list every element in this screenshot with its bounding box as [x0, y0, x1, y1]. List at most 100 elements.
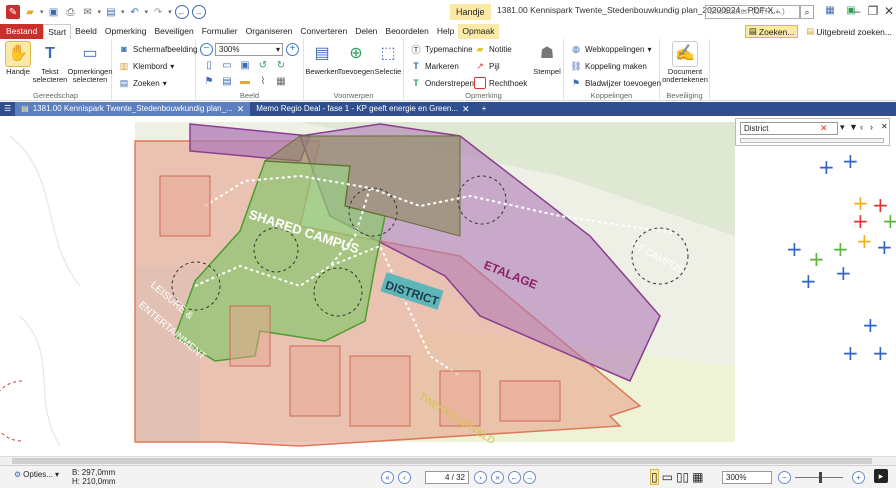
undo-icon[interactable]: ↶: [128, 5, 142, 19]
previous-page-icon[interactable]: ‹: [398, 471, 411, 484]
rectangle-button[interactable]: Rechthoek: [474, 77, 527, 89]
previous-result-icon[interactable]: ‹: [860, 122, 863, 132]
open-folder-icon[interactable]: ▰: [23, 5, 37, 19]
options-button[interactable]: ⚙ Opties... ▾: [14, 470, 59, 479]
chevron-down-icon[interactable]: ▾: [840, 122, 845, 133]
quick-search-input[interactable]: Snelstarten (CTRL+.): [705, 5, 800, 19]
zoom-out-status-icon[interactable]: −: [778, 471, 791, 484]
horizontal-scrollbar[interactable]: [0, 456, 896, 465]
zoom-in-status-icon[interactable]: +: [852, 471, 865, 484]
select-text-button[interactable]: T Tekst selecteren: [33, 41, 68, 84]
tab-file[interactable]: Bestand: [0, 24, 44, 39]
close-find-icon[interactable]: ✕: [881, 122, 888, 131]
print-icon[interactable]: ⎙: [64, 5, 78, 19]
redo-icon[interactable]: ↷: [151, 5, 165, 19]
tab-convert[interactable]: Converteren: [296, 24, 351, 39]
workspace-icon[interactable]: ▦: [822, 5, 838, 19]
back-icon[interactable]: ←: [174, 5, 189, 19]
advanced-find-button[interactable]: ▤ Uitgebreid zoeken...: [806, 26, 892, 37]
first-page-icon[interactable]: «: [381, 471, 394, 484]
thumbnails-icon[interactable]: ▤: [220, 75, 234, 89]
underline-button[interactable]: T Onderstrepen: [410, 77, 474, 89]
tab-protect[interactable]: Beveiligen: [150, 24, 197, 39]
zoom-slider[interactable]: [795, 472, 843, 483]
snapshot-button[interactable]: ◙ Schermafbeelding: [118, 43, 197, 55]
arrow-button[interactable]: ↗ Pijl: [474, 60, 499, 72]
tab-comment[interactable]: Opmerking: [101, 24, 151, 39]
forward-view-icon[interactable]: →: [523, 471, 536, 484]
single-page-icon[interactable]: ▯: [650, 469, 659, 485]
bookmark-icon[interactable]: ⚑: [202, 75, 216, 89]
note-button[interactable]: ▰ Notitie: [474, 43, 512, 55]
zoom-input[interactable]: 300%: [722, 471, 772, 484]
highlight-button[interactable]: T Markeren: [410, 60, 459, 72]
continuous-icon[interactable]: ▭: [662, 470, 673, 484]
tab-organize[interactable]: Organiseren: [242, 24, 297, 39]
filter-icon[interactable]: ▼: [849, 122, 858, 132]
comments-panel-icon[interactable]: ▬: [238, 75, 252, 89]
sign-document-button[interactable]: ✍ Document ondertekenen: [662, 41, 708, 84]
find-button[interactable]: ▤ Zoeken...: [744, 25, 799, 38]
add-object-button[interactable]: ⊕ Toevoegen: [338, 41, 375, 76]
search-icon[interactable]: ⌕: [800, 5, 814, 19]
attachment-icon[interactable]: ⌇: [256, 75, 270, 89]
new-tab-icon[interactable]: +: [476, 102, 493, 116]
chevron-down-icon[interactable]: ▾: [121, 8, 125, 16]
create-link-button[interactable]: ⛓ Koppeling maken: [570, 60, 647, 72]
tab-start[interactable]: Start: [43, 24, 72, 39]
tab-form[interactable]: Formulier: [198, 24, 242, 39]
forward-icon[interactable]: →: [191, 5, 206, 19]
zoom-select[interactable]: 300%: [215, 43, 283, 56]
rotate-left-icon[interactable]: ↺: [256, 59, 270, 73]
tab-list-icon[interactable]: ☰: [0, 102, 15, 116]
app-status-icon[interactable]: ▸: [874, 469, 888, 483]
chevron-down-icon[interactable]: ▾: [168, 8, 172, 16]
select-object-button[interactable]: ⬚ Selectie: [374, 41, 402, 76]
email-icon[interactable]: ✉: [81, 5, 95, 19]
tab-review[interactable]: Beoordelen: [381, 24, 432, 39]
find-ribbon-button[interactable]: ▤ Zoeken ▾: [118, 77, 167, 89]
layers-icon[interactable]: ▦: [274, 75, 288, 89]
next-page-icon[interactable]: ›: [474, 471, 487, 484]
chevron-down-icon[interactable]: ▾: [145, 8, 149, 16]
tab-share[interactable]: Delen: [351, 24, 381, 39]
close-icon[interactable]: ✕: [880, 4, 896, 18]
options-label: Opties...: [23, 470, 53, 479]
close-tab-icon[interactable]: ✕: [237, 102, 245, 116]
tab-view[interactable]: Beeld: [71, 24, 101, 39]
document-tab-2[interactable]: Memo Regio Deal - fase 1 - KP geeft ener…: [250, 102, 475, 116]
pdf-icon: ▤: [21, 104, 29, 113]
rotate-right-icon[interactable]: ↻: [274, 59, 288, 73]
zoom-in-icon[interactable]: +: [286, 43, 299, 56]
typewriter-button[interactable]: Ⓣ Typemachine: [410, 43, 472, 55]
fit-width-icon[interactable]: ▭: [220, 59, 234, 73]
save-icon[interactable]: ▣: [47, 5, 61, 19]
zoom-slider-knob[interactable]: [819, 472, 822, 483]
scan-icon[interactable]: ▤: [104, 5, 118, 19]
back-view-icon[interactable]: ←: [508, 471, 521, 484]
add-bookmark-button[interactable]: ⚑ Bladwijzer toevoegen: [570, 77, 661, 89]
last-page-icon[interactable]: »: [491, 471, 504, 484]
scrollbar-thumb[interactable]: [12, 458, 872, 464]
edit-object-button[interactable]: ▤ Bewerken: [305, 41, 338, 76]
facing-continuous-icon[interactable]: ▦: [692, 470, 703, 484]
select-comments-button[interactable]: ▭ Opmerkingen selecteren: [67, 41, 112, 84]
zoom-out-icon[interactable]: −: [200, 43, 213, 56]
chevron-down-icon[interactable]: ▾: [40, 8, 44, 16]
stamp-button[interactable]: ☗ Stempel: [532, 41, 562, 76]
page-number-input[interactable]: 4 / 32: [425, 471, 469, 484]
tab-format[interactable]: Opmaak: [458, 24, 499, 39]
next-result-icon[interactable]: ›: [870, 122, 873, 132]
document-tab-1[interactable]: ▤ 1381.00 Kennispark Twente_Stedenbouwku…: [15, 102, 251, 116]
hand-tool-button[interactable]: ✋ Handje: [4, 41, 32, 76]
clipboard-button[interactable]: ▥ Klembord ▾: [118, 60, 175, 72]
fit-page-icon[interactable]: ▯: [202, 59, 216, 73]
facing-icon[interactable]: ▯▯: [676, 470, 689, 484]
document-canvas[interactable]: SHARED CAMPUS DISTRICT ETALAGE UT CAMPUS…: [0, 116, 896, 456]
web-links-button[interactable]: ◍ Webkoppelingen ▾: [570, 43, 651, 55]
fit-visible-icon[interactable]: ▣: [238, 59, 252, 73]
tab-help[interactable]: Help: [433, 24, 458, 39]
close-tab-icon[interactable]: ✕: [462, 102, 470, 116]
chevron-down-icon[interactable]: ▾: [98, 8, 102, 16]
clear-search-icon[interactable]: ✕: [820, 123, 828, 134]
